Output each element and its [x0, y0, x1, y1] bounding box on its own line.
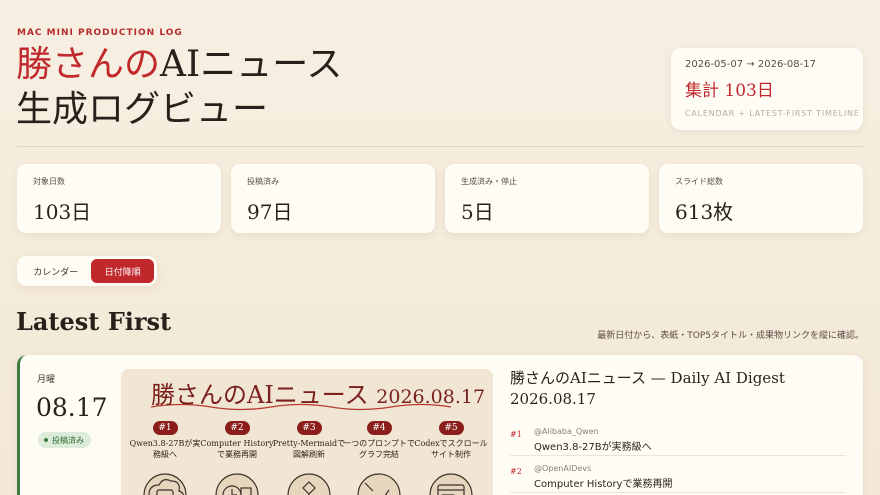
cover-item-text: Qwen3.8-27Bが実務級へ: [129, 439, 201, 459]
view-toggle: カレンダー 日付降順: [17, 256, 157, 286]
stat-value: 103日: [33, 200, 92, 224]
total-days: 集計 103日: [685, 81, 774, 101]
timeline-entry[interactable]: 月曜 08.17 投稿済み 勝さんのAIニュース 2026.08.17 #1 Q…: [17, 355, 863, 495]
stat-card-generated-stopped: 生成済み・停止 5日: [445, 164, 649, 233]
title-line2: 生成ログビュー: [16, 89, 269, 130]
entry-date: 08.17: [36, 393, 108, 422]
cover-title-text: 勝さんのAIニュース: [151, 381, 369, 409]
stat-value: 5日: [461, 200, 494, 224]
cover-item-number: #2: [224, 421, 250, 435]
header-divider: [17, 146, 863, 147]
cover-item-text: 一つのプロンプトでグラフ完結: [343, 439, 415, 459]
cover-item-text: Pretty-Mermaidで図解刷新: [272, 439, 346, 459]
page-title: 勝さんのAIニュース 生成ログビュー: [16, 42, 342, 132]
top-item-source: @Alibaba_Qwen: [534, 427, 599, 436]
cover-item-2: #2 Computer Historyで業務再開: [200, 421, 274, 460]
stat-label: スライド総数: [675, 177, 723, 186]
stat-label: 対象日数: [33, 177, 65, 186]
cover-item-number: #5: [438, 421, 464, 435]
cover-item-1: #1 Qwen3.8-27Bが実務級へ: [128, 421, 202, 460]
cover-date: 2026.08.17: [376, 386, 486, 408]
cover-item-4: #4 一つのプロンプトでグラフ完結: [342, 421, 416, 460]
date-range: 2026-05-07 → 2026-08-17: [685, 59, 816, 70]
digest-title-link[interactable]: 勝さんのAIニュース — Daily AI Digest 2026.08.17: [510, 368, 840, 410]
cover-item-number: #4: [366, 421, 392, 435]
title-accent: 勝さんの: [16, 44, 161, 85]
status-dot-icon: [44, 438, 48, 442]
cover-item-5: #5 Codexでスクロールサイト制作: [414, 421, 488, 460]
range-subtitle: CALENDAR + LATEST-FIRST TIMELINE: [685, 109, 860, 118]
stat-value: 97日: [247, 200, 293, 224]
cover-item-3: #3 Pretty-Mermaidで図解刷新: [272, 421, 346, 460]
cover-thumbnail[interactable]: 勝さんのAIニュース 2026.08.17 #1 Qwen3.8-27Bが実務級…: [121, 369, 493, 495]
date-desc-view-button[interactable]: 日付降順: [91, 259, 154, 283]
top-item-title: Computer Historyで業務再開: [534, 479, 673, 490]
stat-label: 生成済み・停止: [461, 177, 517, 186]
top-item-title: Qwen3.8-27Bが実務級へ: [534, 442, 652, 453]
status-label: 投稿済み: [52, 435, 84, 445]
top-item-divider: [510, 492, 846, 493]
calendar-view-button[interactable]: カレンダー: [20, 259, 91, 283]
stat-card-slides: スライド総数 613枚: [659, 164, 863, 233]
top-item-source: @OpenAIDevs: [534, 464, 592, 473]
stat-value: 613枚: [675, 200, 734, 224]
date-range-card: 2026-05-07 → 2026-08-17 集計 103日 CALENDAR…: [671, 48, 863, 130]
cover-item-text: Computer Historyで業務再開: [200, 439, 274, 459]
title-line1-rest: AIニュース: [160, 44, 343, 85]
cover-title: 勝さんのAIニュース 2026.08.17: [151, 375, 485, 410]
top-item-rank: #2: [510, 467, 522, 476]
top-item-divider: [510, 455, 846, 456]
cover-item-number: #3: [296, 421, 322, 435]
cover-item-number: #1: [152, 421, 178, 435]
section-subtitle: 最新日付から、表紙・TOP5タイトル・成果物リンクを縦に確認。: [597, 331, 864, 341]
section-title: Latest First: [16, 307, 172, 336]
eyebrow-label: MAC MINI PRODUCTION LOG: [17, 28, 183, 38]
cover-item-text: Codexでスクロールサイト制作: [414, 439, 488, 459]
top-item-rank: #1: [510, 430, 522, 439]
status-badge: 投稿済み: [38, 432, 91, 448]
entry-weekday: 月曜: [37, 375, 56, 385]
stat-card-target-days: 対象日数 103日: [17, 164, 221, 233]
stat-label: 投稿済み: [247, 177, 279, 186]
stat-card-posted: 投稿済み 97日: [231, 164, 435, 233]
